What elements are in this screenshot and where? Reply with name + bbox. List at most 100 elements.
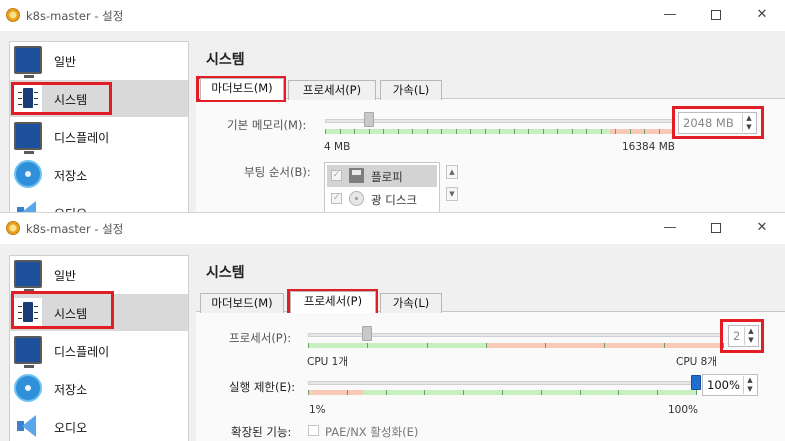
spin-arrows-icon[interactable]: ▲ ▼: [744, 327, 757, 345]
speaker-icon: [14, 412, 42, 440]
boot-item-checkbox[interactable]: ✓: [331, 170, 342, 181]
display-icon: [14, 336, 42, 368]
sidebar-item-general[interactable]: 일반: [10, 42, 188, 79]
monitor-icon: [14, 260, 42, 292]
base-memory-value: 2048 MB: [683, 116, 734, 130]
base-memory-slider-handle[interactable]: [364, 112, 374, 127]
scale-tick: [541, 390, 542, 395]
chip-icon: [14, 298, 42, 326]
page-title: 시스템: [206, 52, 245, 68]
processor-count-value: 2: [733, 329, 741, 343]
scale-tick: [427, 129, 428, 134]
sidebar-item-display[interactable]: 디스플레이: [10, 332, 188, 369]
sidebar-item-label: 저장소: [54, 169, 88, 183]
title-bar: k8s-master - 설정 — ✕: [0, 213, 785, 244]
processor-slider-handle[interactable]: [362, 326, 372, 341]
sidebar-item-system[interactable]: 시스템: [10, 294, 188, 331]
tab-acceleration[interactable]: 가속(L): [380, 293, 442, 313]
display-icon: [14, 122, 42, 154]
tab-processor[interactable]: 프로세서(P): [290, 291, 376, 313]
close-button[interactable]: ✕: [752, 219, 772, 237]
scale-tick: [427, 343, 428, 348]
sidebar-item-label: 시스템: [54, 307, 88, 321]
memory-min-label: 4 MB: [324, 141, 351, 153]
minimize-button[interactable]: —: [660, 6, 680, 24]
memory-max-label: 16384 MB: [622, 141, 676, 153]
scale-tick: [630, 129, 631, 134]
pae-nx-checkbox[interactable]: [308, 425, 319, 436]
base-memory-spinbox[interactable]: 2048 MB ▲ ▼: [678, 112, 757, 134]
processor-count-spinbox[interactable]: 2 ▲ ▼: [728, 325, 759, 347]
tab-processor[interactable]: 프로세서(P): [288, 80, 376, 100]
scale-tick: [470, 129, 471, 134]
execution-cap-spinbox[interactable]: 100% ▲ ▼: [702, 374, 758, 396]
sidebar-item-display[interactable]: 디스플레이: [10, 118, 188, 155]
close-button[interactable]: ✕: [752, 6, 772, 24]
speaker-icon: [14, 198, 42, 213]
sidebar-item-system[interactable]: 시스템: [10, 80, 188, 117]
pae-nx-label: PAE/NX 활성화(E): [325, 425, 419, 439]
tab-motherboard[interactable]: 마더보드(M): [200, 293, 284, 313]
window-title: k8s-master - 설정: [26, 222, 124, 236]
scale-tick: [485, 129, 486, 134]
virtualbox-app-icon: [6, 8, 20, 22]
cap-scale-risk-band: [308, 390, 363, 395]
page-title: 시스템: [206, 265, 245, 281]
minimize-button[interactable]: —: [660, 219, 680, 237]
scale-tick: [673, 129, 674, 134]
scale-tick: [424, 390, 425, 395]
sidebar-item-audio[interactable]: 오디오: [10, 194, 188, 213]
floppy-icon: [349, 168, 364, 183]
scale-tick: [557, 129, 558, 134]
storage-disk-icon: [14, 160, 42, 188]
scale-tick: [340, 129, 341, 134]
sidebar-item-storage[interactable]: 저장소: [10, 156, 188, 193]
cpu-max-label: CPU 8개: [676, 356, 718, 368]
scale-tick: [347, 390, 348, 395]
boot-item-label: 플로피: [371, 170, 403, 184]
move-up-button[interactable]: ▲: [446, 165, 458, 179]
sidebar-item-audio[interactable]: 오디오: [10, 408, 188, 441]
cap-min-label: 1%: [309, 404, 326, 416]
scale-tick: [486, 343, 487, 348]
execution-cap-slider-track[interactable]: [308, 381, 696, 385]
scale-tick: [644, 129, 645, 134]
boot-order-item-optical[interactable]: ✓ 광 디스크: [327, 188, 437, 210]
tab-motherboard[interactable]: 마더보드(M): [200, 78, 284, 100]
spin-arrows-icon[interactable]: ▲ ▼: [743, 376, 756, 394]
move-down-button[interactable]: ▼: [446, 187, 458, 201]
scale-tick: [572, 129, 573, 134]
maximize-icon: [711, 10, 721, 20]
sidebar-item-label: 일반: [54, 55, 77, 69]
boot-order-item-floppy[interactable]: ✓ 플로피: [327, 165, 437, 187]
settings-sidebar: 일반 시스템 디스플레이 저장소 오디오: [9, 255, 189, 441]
scale-tick: [308, 343, 309, 348]
scale-tick: [441, 129, 442, 134]
scale-tick: [659, 129, 660, 134]
sidebar-item-label: 일반: [54, 269, 77, 283]
spin-arrows-icon[interactable]: ▲ ▼: [742, 114, 755, 132]
scale-tick: [354, 129, 355, 134]
base-memory-slider-track[interactable]: [325, 119, 673, 123]
tab-acceleration[interactable]: 가속(L): [380, 80, 442, 100]
sidebar-item-label: 시스템: [54, 93, 88, 107]
boot-item-checkbox[interactable]: ✓: [331, 193, 342, 204]
cap-max-label: 100%: [668, 404, 699, 416]
sidebar-item-general[interactable]: 일반: [10, 256, 188, 293]
scale-tick: [580, 390, 581, 395]
scale-tick: [664, 343, 665, 348]
scale-tick: [696, 390, 697, 395]
execution-cap-label: 실행 제한(E):: [229, 380, 296, 394]
boot-order-label: 부팅 순서(B):: [244, 165, 311, 179]
scale-tick: [325, 129, 326, 134]
scale-tick: [502, 390, 503, 395]
sidebar-item-storage[interactable]: 저장소: [10, 370, 188, 407]
settings-window-processor: k8s-master - 설정 — ✕ 일반 시스템 디스플레이 저장소 오디오…: [0, 212, 785, 441]
scale-tick: [386, 390, 387, 395]
maximize-button[interactable]: [706, 6, 726, 24]
scale-tick: [604, 343, 605, 348]
execution-cap-slider-handle[interactable]: [691, 375, 701, 390]
maximize-button[interactable]: [706, 219, 726, 237]
settings-sidebar: 일반 시스템 디스플레이 저장소 오디오: [9, 41, 189, 213]
sidebar-item-label: 디스플레이: [54, 131, 110, 145]
